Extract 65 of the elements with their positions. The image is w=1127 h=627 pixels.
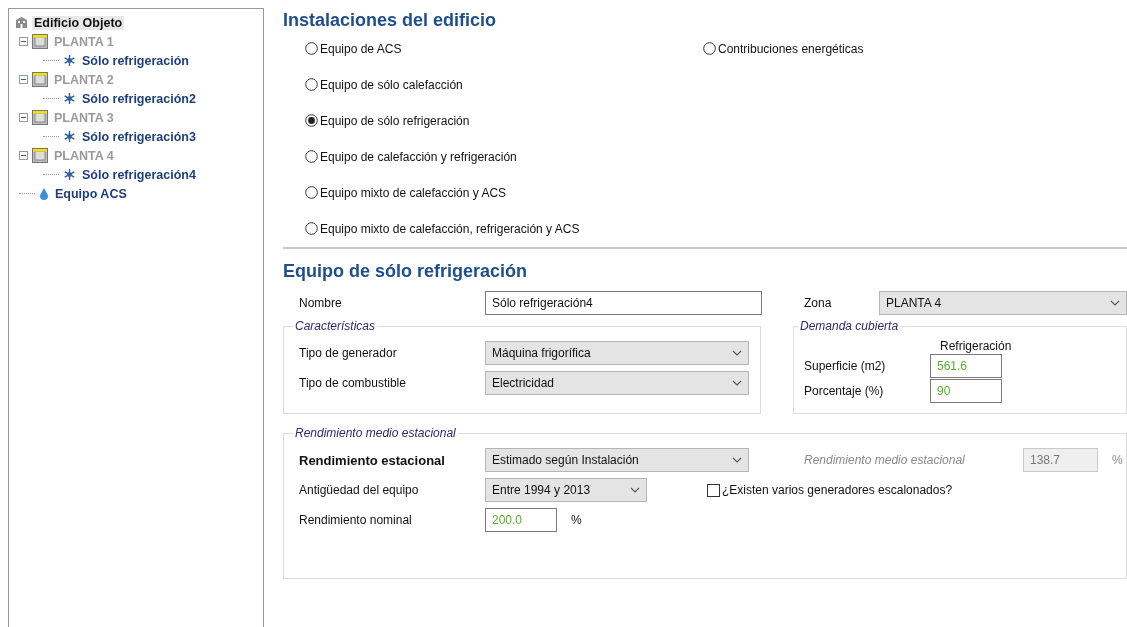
floor-icon [32, 148, 48, 163]
group-legend: Rendimiento medio estacional [293, 426, 458, 440]
radio-button[interactable] [305, 150, 318, 163]
dropdown[interactable]: Electricidad [485, 371, 749, 395]
tree-item[interactable]: Sólo refrigeración2 [80, 91, 198, 106]
radio-option[interactable]: Contribuciones energéticas [703, 39, 864, 58]
radio-option[interactable]: Equipo de calefacción y refrigeración [305, 147, 703, 166]
field-label: Rendimiento nominal [299, 513, 413, 527]
checkbox-option[interactable]: ¿Existen varios generadores escalonados? [707, 480, 953, 500]
field-label: Rendimiento estacional [299, 452, 446, 468]
floor-icon [32, 72, 48, 87]
field-label: Rendimiento medio estacional [804, 453, 966, 467]
name-field[interactable]: Sólo refrigeración4 [485, 291, 762, 315]
radio-button[interactable] [305, 222, 318, 235]
field-label: Superficie (m2) [804, 359, 887, 373]
snowflake-icon [63, 54, 76, 67]
radio-option[interactable]: Equipo mixto de calefacción y ACS [305, 183, 703, 202]
field-label: Tipo de generador [299, 346, 398, 360]
collapse-icon[interactable] [19, 75, 28, 84]
dropdown[interactable]: Entre 1994 y 2013 [485, 478, 647, 502]
radio-option[interactable]: Equipo de sólo calefacción [305, 75, 703, 94]
field-label: Tipo de combustible [299, 376, 407, 390]
snowflake-icon [63, 92, 76, 105]
tree-item[interactable]: Equipo ACS [53, 186, 129, 201]
collapse-icon[interactable] [19, 151, 28, 160]
dropdown[interactable]: Máquina frigorífica [485, 341, 749, 365]
radio-option[interactable]: Equipo mixto de calefacción, refrigeración y ACS [305, 219, 703, 238]
section-title: Instalaciones del edificio [283, 10, 498, 31]
caret-icon [732, 457, 742, 463]
caret-icon [732, 350, 742, 356]
column-header: Refrigeración [940, 339, 1013, 353]
group-legend: Demanda cubierta [798, 319, 901, 333]
field-label: Antigüedad del equipo [299, 483, 420, 497]
caret-icon [732, 380, 742, 386]
field-label: Zona [804, 296, 833, 310]
tree-item[interactable]: Sólo refrigeración4 [80, 167, 198, 182]
field-label: Porcentaje (%) [804, 384, 885, 398]
radio-button[interactable] [703, 42, 716, 55]
checkbox[interactable] [707, 483, 720, 497]
dropdown[interactable]: Estimado según Instalación [485, 448, 749, 472]
radio-button[interactable] [305, 42, 318, 55]
snowflake-icon [63, 168, 76, 181]
radio-option[interactable]: Equipo de sólo refrigeración [305, 111, 703, 130]
radio-button[interactable] [305, 78, 318, 91]
water-drop-icon [39, 187, 49, 200]
radio-button[interactable] [305, 114, 318, 127]
section-title: Equipo de sólo refrigeración [283, 261, 529, 282]
snowflake-icon [63, 130, 76, 143]
floor-icon [32, 110, 48, 125]
collapse-icon[interactable] [19, 37, 28, 46]
building-icon [15, 16, 28, 29]
tree-item[interactable]: Sólo refrigeración3 [80, 129, 198, 144]
radio-option[interactable]: Equipo de ACS [305, 39, 703, 58]
radio-button[interactable] [305, 186, 318, 199]
unit-label: % [1112, 453, 1123, 467]
group-legend: Características [293, 319, 378, 333]
floor-icon [32, 34, 48, 49]
field-label: Nombre [299, 296, 343, 310]
tree-item[interactable]: Sólo refrigeración [80, 53, 191, 68]
collapse-icon[interactable] [19, 113, 28, 122]
tree-item[interactable]: Edificio Objeto [32, 15, 125, 30]
zone-dropdown[interactable]: PLANTA 4 [879, 291, 1127, 315]
unit-label: % [571, 513, 582, 527]
caret-icon [1110, 300, 1120, 306]
caret-icon [630, 487, 640, 493]
